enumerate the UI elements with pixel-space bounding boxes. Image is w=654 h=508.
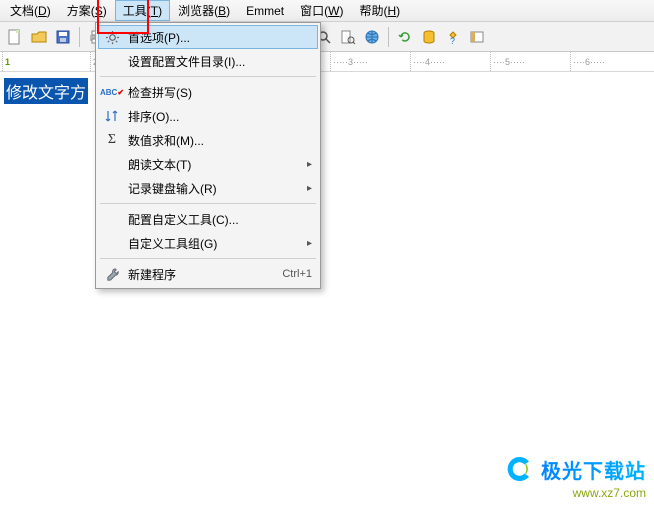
watermark: 极光下载站 www.xz7.com [505, 454, 646, 500]
menu-record-keys[interactable]: 记录键盘输入(R) ▸ [98, 176, 318, 200]
blank-icon [102, 209, 122, 229]
menu-spellcheck[interactable]: ABC✔ 检查拼写(S) [98, 80, 318, 104]
database-button[interactable] [418, 26, 440, 48]
ruler-tick: ····4····· [410, 52, 490, 71]
blank-icon [102, 51, 122, 71]
watermark-logo-icon [505, 454, 535, 484]
menu-document[interactable]: 文档(D) [2, 0, 59, 21]
blank-icon [102, 154, 122, 174]
ruler-tick: ····5····· [490, 52, 570, 71]
spellcheck-icon: ABC✔ [102, 82, 122, 102]
tools-dropdown: 首选项(P)... 设置配置文件目录(I)... ABC✔ 检查拼写(S) 排序… [95, 22, 321, 289]
submenu-arrow-icon: ▸ [299, 238, 312, 249]
blank-icon [102, 233, 122, 253]
submenu-arrow-icon: ▸ [299, 159, 312, 170]
menu-custom-toolgroup[interactable]: 自定义工具组(G) ▸ [98, 231, 318, 255]
selected-text: 修改文字方 [4, 78, 88, 104]
blank-icon [102, 178, 122, 198]
ruler-tick: ····6····· [570, 52, 650, 71]
menu-window[interactable]: 窗口(W) [292, 0, 351, 21]
watermark-url: www.xz7.com [505, 486, 646, 500]
sort-icon [102, 106, 122, 126]
menu-set-config-dir[interactable]: 设置配置文件目录(I)... [98, 49, 318, 73]
menu-sort[interactable]: 排序(O)... [98, 104, 318, 128]
menu-config-tools[interactable]: 配置自定义工具(C)... [98, 207, 318, 231]
new-file-button[interactable] [4, 26, 26, 48]
menu-browser[interactable]: 浏览器(B) [170, 0, 238, 21]
menu-emmet[interactable]: Emmet [238, 2, 292, 20]
find-in-files-button[interactable] [337, 26, 359, 48]
menu-help[interactable]: 帮助(H) [351, 0, 408, 21]
menubar: 文档(D) 方案(S) 工具(T) 浏览器(B) Emmet 窗口(W) 帮助(… [0, 0, 654, 22]
menu-separator [100, 76, 316, 77]
save-button[interactable] [52, 26, 74, 48]
gear-icon [102, 27, 122, 47]
menu-preferences[interactable]: 首选项(P)... [98, 25, 318, 49]
menu-readaloud[interactable]: 朗读文本(T) ▸ [98, 152, 318, 176]
menu-separator [100, 258, 316, 259]
menu-sum[interactable]: Σ 数值求和(M)... [98, 128, 318, 152]
open-file-button[interactable] [28, 26, 50, 48]
toolbar-separator [79, 27, 80, 47]
toolbar-separator [388, 27, 389, 47]
menu-new-program[interactable]: 新建程序 Ctrl+1 [98, 262, 318, 286]
menu-tools[interactable]: 工具(T) [115, 0, 170, 21]
sigma-icon: Σ [102, 130, 122, 150]
wrench-icon [102, 264, 122, 284]
panel-button[interactable] [466, 26, 488, 48]
watermark-title: 极光下载站 [541, 455, 646, 484]
menu-separator [100, 203, 316, 204]
find-web-button[interactable] [361, 26, 383, 48]
ruler-anchor: 1 [2, 52, 82, 71]
svg-text:?: ? [450, 36, 455, 45]
submenu-arrow-icon: ▸ [299, 183, 312, 194]
refresh-button[interactable] [394, 26, 416, 48]
ruler-tick: ·····3····· [330, 52, 410, 71]
menu-scheme[interactable]: 方案(S) [59, 0, 115, 21]
help-button[interactable]: ? [442, 26, 464, 48]
